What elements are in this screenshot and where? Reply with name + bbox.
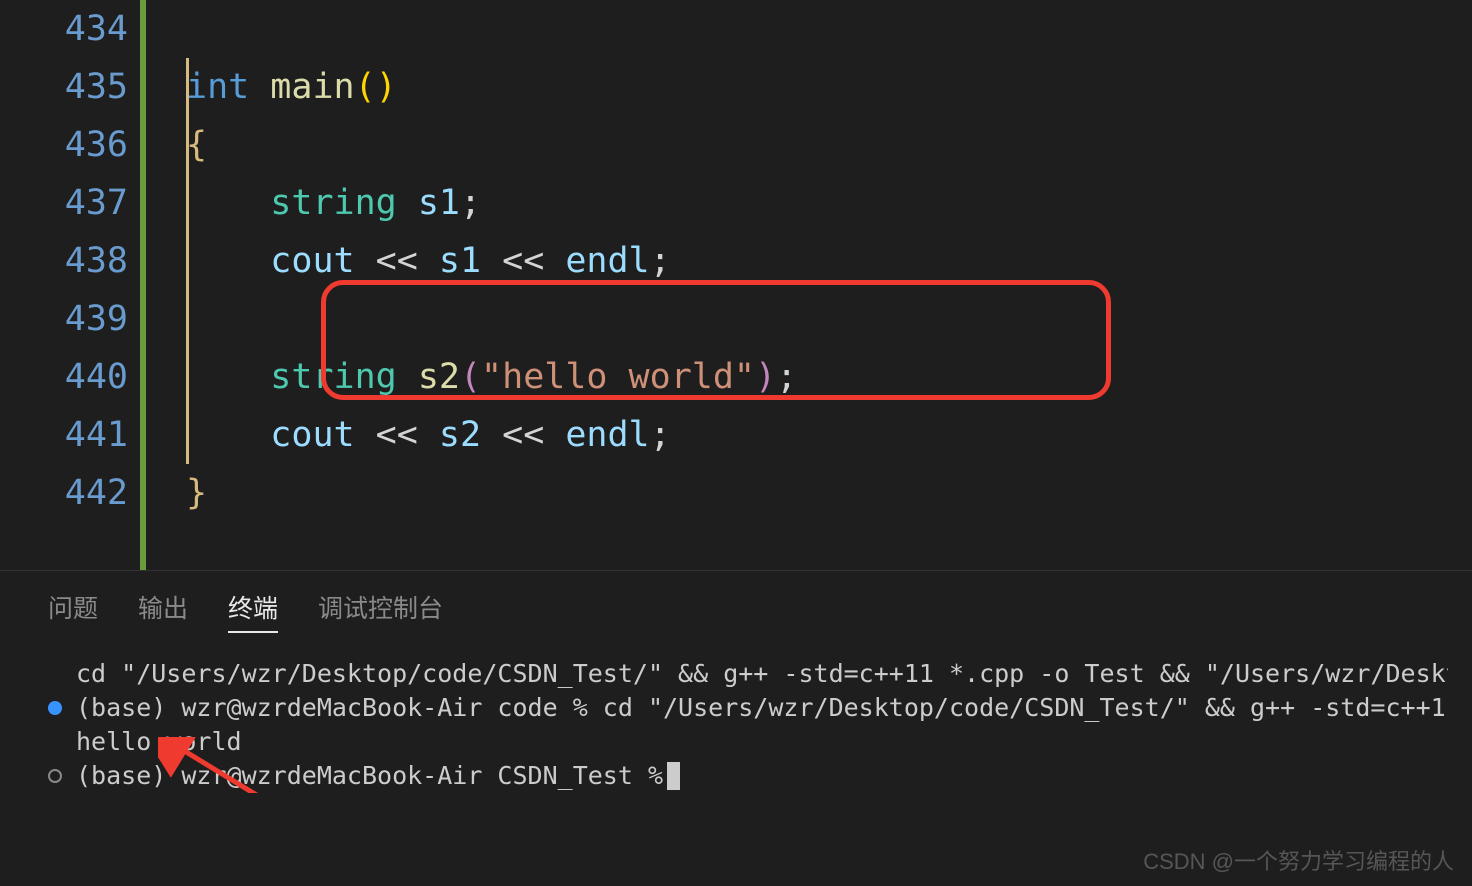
string-literal: "hello world" [481, 357, 755, 397]
line-number: 434 [0, 0, 128, 58]
line-number: 440 [0, 348, 128, 406]
cursor-icon [667, 762, 680, 790]
type-string: string [270, 183, 396, 223]
brace-close: } [186, 473, 207, 513]
paren-close: ) [376, 67, 397, 107]
paren-open: ( [355, 67, 376, 107]
cout: cout [270, 241, 354, 281]
semicolon: ; [650, 415, 671, 455]
tab-output[interactable]: 输出 [138, 589, 188, 633]
paren-open: ( [460, 357, 481, 397]
indent [186, 357, 270, 397]
op-ltlt: << [355, 241, 439, 281]
brace-open: { [186, 125, 207, 165]
indent [186, 415, 270, 455]
keyword-int: int [186, 67, 249, 107]
line-number: 435 [0, 58, 128, 116]
function-main: main [270, 67, 354, 107]
op-ltlt: << [481, 241, 565, 281]
cout: cout [270, 415, 354, 455]
code-line-436: { [186, 116, 1472, 174]
var-s2: s2 [439, 415, 481, 455]
line-number: 436 [0, 116, 128, 174]
terminal-text: hello world [76, 725, 242, 759]
var-s2-ctor: s2 [418, 357, 460, 397]
code-area[interactable]: int main() { string s1; cout << s1 << en… [146, 0, 1472, 570]
endl: endl [565, 415, 649, 455]
indent [186, 241, 270, 281]
code-line-441: cout << s2 << endl; [186, 406, 1472, 464]
type-string: string [270, 357, 396, 397]
terminal-line: (base) wzr@wzrdeMacBook-Air code % cd "/… [48, 691, 1448, 725]
terminal-text: cd "/Users/wzr/Desktop/code/CSDN_Test/" … [76, 657, 1448, 691]
tab-debug-console[interactable]: 调试控制台 [318, 589, 443, 633]
op-ltlt: << [355, 415, 439, 455]
paren-close: ) [755, 357, 776, 397]
terminal-line: hello world [48, 725, 1448, 759]
semicolon: ; [776, 357, 797, 397]
var-s1: s1 [439, 241, 481, 281]
panel-tabs: 问题 输出 终端 调试控制台 [48, 589, 1448, 633]
op-ltlt: << [481, 415, 565, 455]
terminal-output[interactable]: cd "/Users/wzr/Desktop/code/CSDN_Test/" … [48, 657, 1448, 793]
bottom-panel: 问题 输出 终端 调试控制台 cd "/Users/wzr/Desktop/co… [0, 570, 1472, 886]
line-number: 442 [0, 464, 128, 522]
code-editor: 434 435 436 437 438 439 440 441 442 int … [0, 0, 1472, 570]
terminal-prompt-line: (base) wzr@wzrdeMacBook-Air CSDN_Test % [48, 759, 1448, 793]
line-number: 439 [0, 290, 128, 348]
code-line-439 [186, 290, 1472, 348]
endl: endl [565, 241, 649, 281]
indent [186, 183, 270, 223]
code-line-438: cout << s1 << endl; [186, 232, 1472, 290]
terminal-prompt: (base) wzr@wzrdeMacBook-Air CSDN_Test % [76, 759, 663, 793]
code-line-435: int main() [186, 58, 1472, 116]
code-line-437: string s1; [186, 174, 1472, 232]
semicolon: ; [460, 183, 481, 223]
var-s1: s1 [418, 183, 460, 223]
watermark-text: CSDN @一个努力学习编程的人 [1143, 844, 1454, 876]
code-line-440: string s2("hello world"); [186, 348, 1472, 406]
code-line-434 [186, 0, 1472, 58]
line-number: 438 [0, 232, 128, 290]
line-number: 441 [0, 406, 128, 464]
terminal-text: (base) wzr@wzrdeMacBook-Air code % cd "/… [76, 691, 1448, 725]
bullet-filled-icon [48, 701, 62, 715]
terminal-line: cd "/Users/wzr/Desktop/code/CSDN_Test/" … [48, 657, 1448, 691]
tab-terminal[interactable]: 终端 [228, 589, 278, 633]
semicolon: ; [650, 241, 671, 281]
tab-problems[interactable]: 问题 [48, 589, 98, 633]
line-number-gutter: 434 435 436 437 438 439 440 441 442 [0, 0, 140, 570]
bullet-hollow-icon [48, 769, 62, 783]
code-line-442: } [186, 464, 1472, 522]
line-number: 437 [0, 174, 128, 232]
